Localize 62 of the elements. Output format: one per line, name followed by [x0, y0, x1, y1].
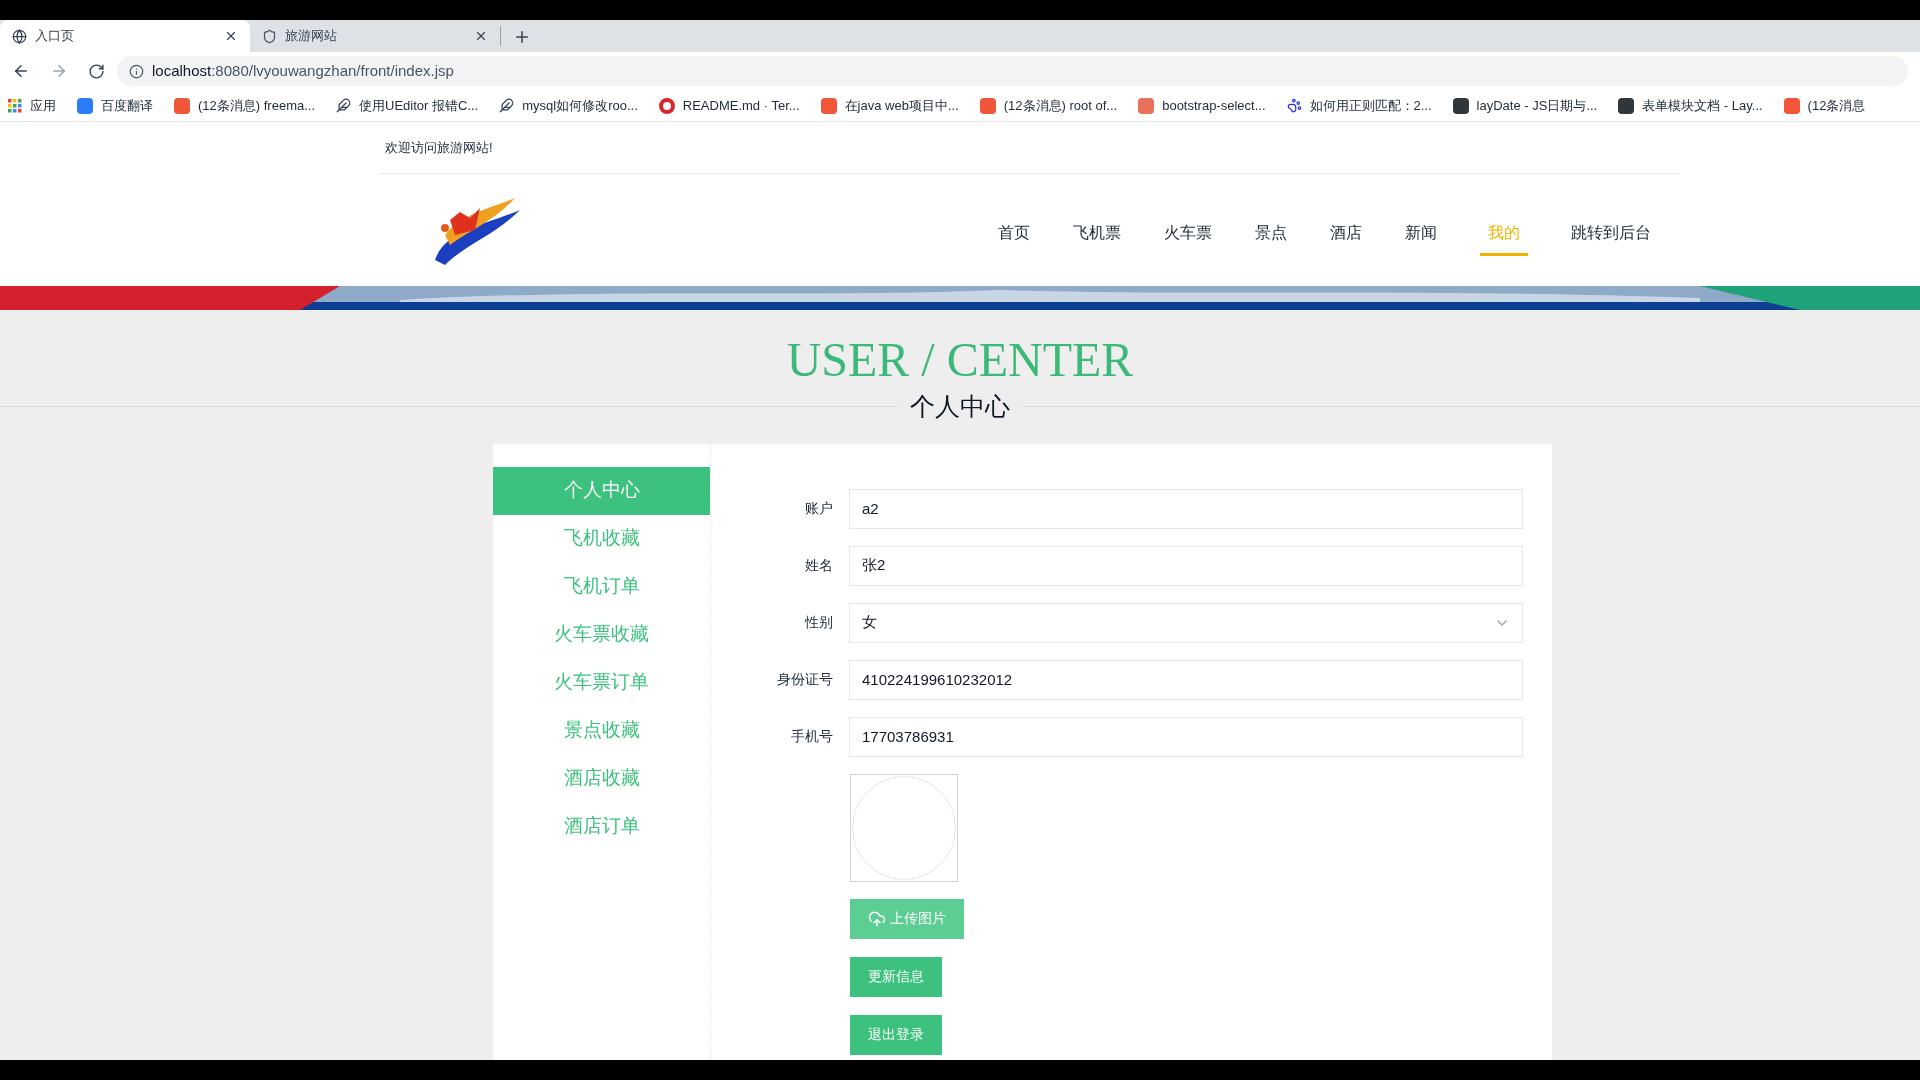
- feather-icon: [336, 98, 352, 113]
- nav-link[interactable]: 飞机票: [1073, 220, 1121, 256]
- bookmark[interactable]: (12条消息: [1783, 95, 1866, 116]
- bookmark[interactable]: README.md · Ter...: [658, 95, 800, 116]
- bookmark[interactable]: 百度翻译: [77, 95, 153, 116]
- book-logo-icon: [1138, 97, 1155, 114]
- paw-icon: [1286, 98, 1302, 113]
- translate-icon: [77, 97, 93, 114]
- new-tab-icon[interactable]: [513, 28, 531, 46]
- bookmark[interactable]: 应用: [8, 95, 56, 116]
- field-label: 性别: [803, 613, 833, 632]
- layui-logo-icon: [1618, 97, 1635, 114]
- nav-link[interactable]: 酒店: [1330, 220, 1362, 256]
- close-icon[interactable]: [224, 29, 238, 43]
- bookmark[interactable]: 在java web项目中...: [820, 95, 959, 116]
- bookmark[interactable]: 如何用正则匹配：2...: [1286, 95, 1432, 116]
- back-icon[interactable]: [12, 62, 30, 80]
- bookmark[interactable]: bootstrap-select...: [1138, 95, 1266, 116]
- bookmark[interactable]: 使用UEditor 报错C...: [336, 95, 479, 116]
- tab-title: 旅游网站: [285, 27, 338, 46]
- g-logo-icon: [658, 97, 675, 114]
- bookmark[interactable]: 表单模块文档 - Lay...: [1618, 95, 1763, 116]
- address-bar[interactable]: localhost:8080/lvyouwangzhan/front/index.jsp: [117, 56, 1908, 86]
- tab-title: 入口页: [35, 27, 75, 46]
- nav-link[interactable]: 火车票: [1164, 220, 1212, 256]
- c-logo-icon: [174, 97, 190, 114]
- page-title: USER / CENTER: [786, 336, 1134, 384]
- field-label: 账户: [804, 499, 833, 518]
- input-field[interactable]: 张2: [849, 545, 1523, 586]
- globe-icon: [12, 28, 27, 44]
- input-field[interactable]: 17703786931: [849, 716, 1523, 757]
- field-label: 手机号: [790, 727, 833, 746]
- input-field[interactable]: 410224199610232012: [849, 659, 1523, 700]
- browser-tab[interactable]: 旅游网站: [250, 20, 500, 52]
- bookmark[interactable]: (12条消息) root of...: [979, 95, 1118, 116]
- field-label: 姓名: [804, 556, 833, 575]
- reload-icon[interactable]: [88, 62, 105, 80]
- forward-icon[interactable]: [50, 62, 68, 80]
- cloud-upload-icon: [868, 909, 886, 928]
- nav-link[interactable]: 首页: [998, 220, 1030, 256]
- nav-link[interactable]: 新闻: [1405, 220, 1437, 256]
- field-label: 身份证号: [776, 670, 833, 689]
- c-logo-icon: [1783, 97, 1800, 114]
- shield-icon: [262, 28, 277, 44]
- welcome-text: 欢迎访问旅游网站!: [385, 138, 493, 157]
- feather-icon: [499, 98, 515, 113]
- bookmark[interactable]: layDate - JS日期与...: [1452, 95, 1598, 116]
- select-field[interactable]: 女: [849, 602, 1523, 643]
- nav-link[interactable]: 跳转到后台: [1571, 220, 1651, 256]
- input-field[interactable]: a2: [849, 488, 1523, 529]
- c-logo-icon: [979, 97, 996, 114]
- layui-logo-icon: [1452, 97, 1469, 114]
- bookmark[interactable]: mysql如何修改roo...: [499, 95, 638, 116]
- browser-tab[interactable]: 入口页: [0, 20, 250, 52]
- c-logo-icon: [820, 97, 837, 114]
- url-text: localhost:8080/lvyouwangzhan/front/index.jsp: [152, 60, 454, 81]
- page-subtitle: 个人中心: [909, 391, 1011, 422]
- info-icon[interactable]: [129, 63, 144, 79]
- nav-link[interactable]: 景点: [1255, 220, 1287, 256]
- close-icon[interactable]: [474, 29, 488, 43]
- bookmark[interactable]: (12条消息) freema...: [174, 95, 316, 116]
- apps-grid-icon: [8, 98, 22, 113]
